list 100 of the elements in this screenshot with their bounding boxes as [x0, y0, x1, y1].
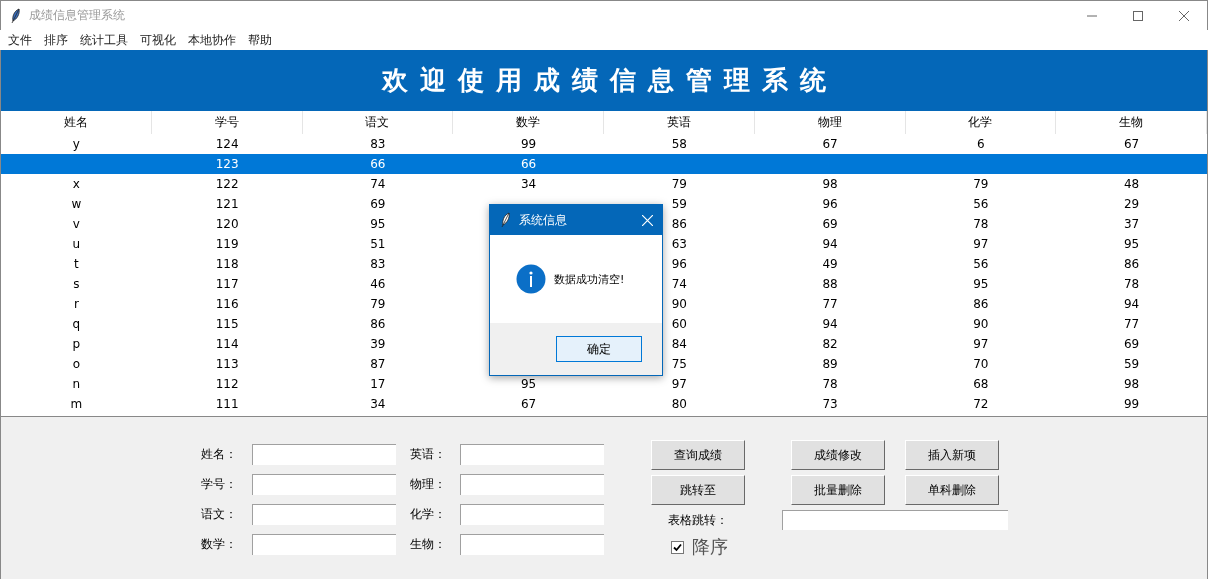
- input-field[interactable]: [252, 444, 396, 465]
- table-cell[interactable]: 82: [822, 337, 838, 351]
- table-cell[interactable]: 117: [215, 277, 239, 291]
- table-cell[interactable]: 67: [1124, 137, 1140, 151]
- table-cell[interactable]: 74: [370, 177, 386, 191]
- table-cell[interactable]: 56: [973, 197, 989, 211]
- table-cell[interactable]: 72: [973, 397, 989, 411]
- table-cell[interactable]: 70: [973, 357, 989, 371]
- menu-item[interactable]: 本地协作: [182, 31, 242, 49]
- menu-item[interactable]: 统计工具: [74, 31, 134, 49]
- table-cell[interactable]: 99: [1124, 397, 1140, 411]
- table-cell[interactable]: 124: [215, 137, 239, 151]
- table-cell[interactable]: 112: [215, 377, 239, 391]
- column-header[interactable]: 化学: [905, 111, 1057, 134]
- table-cell[interactable]: 114: [215, 337, 239, 351]
- input-field[interactable]: [460, 444, 604, 465]
- table-cell[interactable]: m: [70, 397, 83, 411]
- table-cell[interactable]: 46: [370, 277, 386, 291]
- table-cell[interactable]: 84: [671, 337, 687, 351]
- table-cell[interactable]: 51: [370, 237, 386, 251]
- table-cell[interactable]: 96: [671, 257, 687, 271]
- table-cell[interactable]: 67: [521, 397, 537, 411]
- table-cell[interactable]: 123: [215, 157, 239, 171]
- action-button[interactable]: 批量删除: [791, 475, 885, 505]
- table-cell[interactable]: 99: [521, 137, 537, 151]
- column-header[interactable]: 姓名: [1, 111, 152, 134]
- table-cell[interactable]: 86: [1124, 257, 1140, 271]
- table-cell[interactable]: y: [72, 137, 80, 151]
- table-cell[interactable]: 69: [822, 217, 838, 231]
- table-cell[interactable]: 74: [671, 277, 687, 291]
- table-cell[interactable]: 119: [215, 237, 239, 251]
- table-cell[interactable]: 86: [370, 317, 386, 331]
- table-cell[interactable]: t: [74, 257, 79, 271]
- table-cell[interactable]: 69: [1124, 337, 1140, 351]
- table-cell[interactable]: 118: [215, 257, 239, 271]
- table-cell[interactable]: 56: [973, 257, 989, 271]
- column-header[interactable]: 语文: [302, 111, 454, 134]
- table-cell[interactable]: 98: [822, 177, 838, 191]
- table-cell[interactable]: 78: [822, 377, 838, 391]
- column-header[interactable]: 学号: [151, 111, 303, 134]
- input-field[interactable]: [460, 474, 604, 495]
- table-cell[interactable]: 122: [215, 177, 239, 191]
- table-cell[interactable]: 63: [671, 237, 687, 251]
- table-cell[interactable]: u: [72, 237, 81, 251]
- table-cell[interactable]: 34: [370, 397, 386, 411]
- close-icon[interactable]: [1179, 10, 1189, 21]
- table-cell[interactable]: 66: [521, 157, 537, 171]
- table-cell[interactable]: 98: [1124, 377, 1140, 391]
- menu-item[interactable]: 文件: [2, 31, 38, 49]
- table-cell[interactable]: 59: [671, 197, 687, 211]
- column-header[interactable]: 物理: [754, 111, 906, 134]
- table-cell[interactable]: 79: [671, 177, 687, 191]
- table-cell[interactable]: 37: [1124, 217, 1140, 231]
- table-cell[interactable]: 67: [822, 137, 838, 151]
- action-button[interactable]: 单科删除: [905, 475, 999, 505]
- table-cell[interactable]: 58: [671, 137, 687, 151]
- table-cell[interactable]: 68: [973, 377, 989, 391]
- table-cell[interactable]: 6: [977, 137, 985, 151]
- table-cell[interactable]: 94: [822, 317, 838, 331]
- table-cell[interactable]: 86: [671, 217, 687, 231]
- table-cell[interactable]: 95: [521, 377, 537, 391]
- table-cell[interactable]: 73: [822, 397, 838, 411]
- table-cell[interactable]: 95: [973, 277, 989, 291]
- table-cell[interactable]: 77: [822, 297, 838, 311]
- table-cell[interactable]: 96: [822, 197, 838, 211]
- table-cell[interactable]: w: [71, 197, 82, 211]
- table-cell[interactable]: q: [72, 317, 81, 331]
- table-cell[interactable]: 115: [215, 317, 239, 331]
- table-cell[interactable]: 69: [370, 197, 386, 211]
- menu-item[interactable]: 帮助: [242, 31, 278, 49]
- table-cell[interactable]: v: [72, 217, 80, 231]
- table-cell[interactable]: 79: [370, 297, 386, 311]
- table-cell[interactable]: 97: [973, 237, 989, 251]
- table-cell[interactable]: 60: [671, 317, 687, 331]
- table-cell[interactable]: n: [72, 377, 81, 391]
- table-cell[interactable]: 79: [973, 177, 989, 191]
- descending-checkbox[interactable]: [671, 540, 684, 554]
- input-field[interactable]: [460, 504, 604, 525]
- action-button[interactable]: 插入新项: [905, 440, 999, 470]
- action-button[interactable]: 查询成绩: [651, 440, 745, 470]
- input-field[interactable]: [252, 474, 396, 495]
- table-cell[interactable]: 95: [370, 217, 386, 231]
- table-cell[interactable]: 97: [671, 377, 687, 391]
- table-cell[interactable]: r: [73, 297, 79, 311]
- table-cell[interactable]: 90: [973, 317, 989, 331]
- column-header[interactable]: 生物: [1056, 111, 1207, 134]
- table-cell[interactable]: 116: [215, 297, 239, 311]
- table-cell[interactable]: 111: [215, 397, 239, 411]
- input-field[interactable]: [252, 504, 396, 525]
- table-cell[interactable]: 78: [973, 217, 989, 231]
- table-cell[interactable]: x: [72, 177, 80, 191]
- table-cell[interactable]: 94: [1124, 297, 1140, 311]
- table-cell[interactable]: 78: [1124, 277, 1140, 291]
- input-field[interactable]: [460, 534, 604, 555]
- table-cell[interactable]: 66: [370, 157, 386, 171]
- ok-button[interactable]: 确定: [556, 336, 642, 362]
- menu-item[interactable]: 可视化: [134, 31, 182, 49]
- column-header[interactable]: 英语: [604, 111, 755, 134]
- table-cell[interactable]: 113: [215, 357, 239, 371]
- table-cell[interactable]: 95: [1124, 237, 1140, 251]
